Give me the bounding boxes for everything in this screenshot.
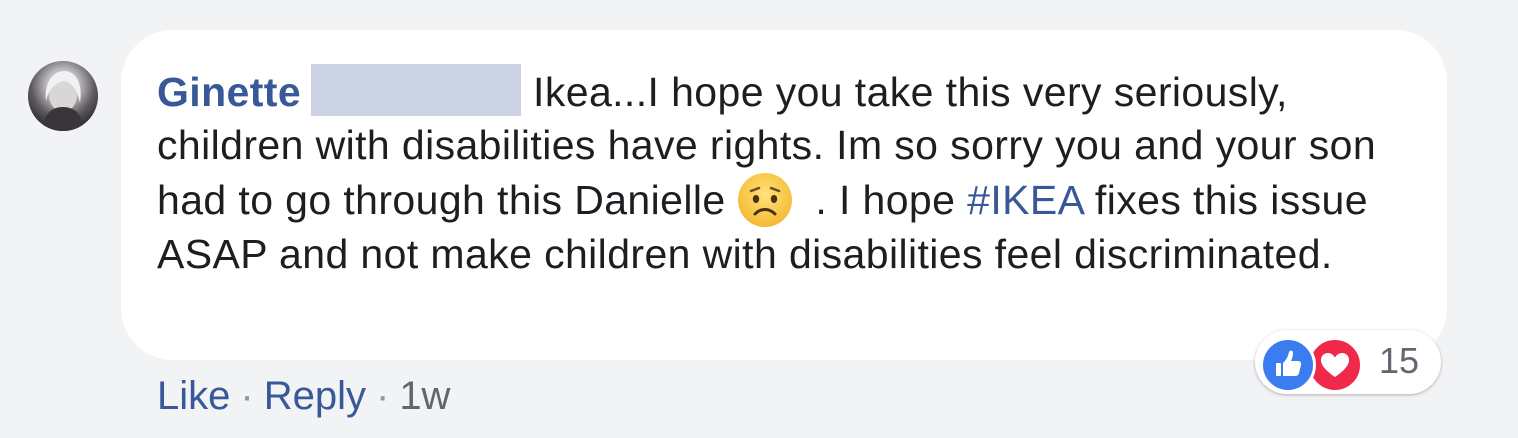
avatar[interactable] — [28, 61, 98, 131]
reply-button[interactable]: Reply — [264, 374, 366, 418]
comment-body: Ginette Ikea...I hope you take this very … — [157, 64, 1407, 281]
separator-dot: · — [240, 374, 254, 418]
like-icon — [1260, 337, 1316, 393]
comment-timestamp[interactable]: 1w — [399, 374, 450, 418]
author-name[interactable]: Ginette — [157, 69, 301, 115]
reactions-summary[interactable]: 15 — [1255, 330, 1441, 394]
comment-actions: Like · Reply · 1w — [157, 373, 450, 419]
profile-photo — [42, 71, 84, 131]
hashtag-link[interactable]: #IKEA — [967, 177, 1083, 223]
worried-face-icon — [737, 172, 793, 228]
comment-bubble: Ginette Ikea...I hope you take this very … — [121, 30, 1447, 360]
comment-text-part2: . I hope — [815, 177, 956, 223]
redacted-surname — [311, 64, 522, 116]
separator-dot: · — [375, 374, 390, 418]
reaction-count: 15 — [1379, 340, 1420, 381]
like-button[interactable]: Like — [157, 374, 230, 418]
